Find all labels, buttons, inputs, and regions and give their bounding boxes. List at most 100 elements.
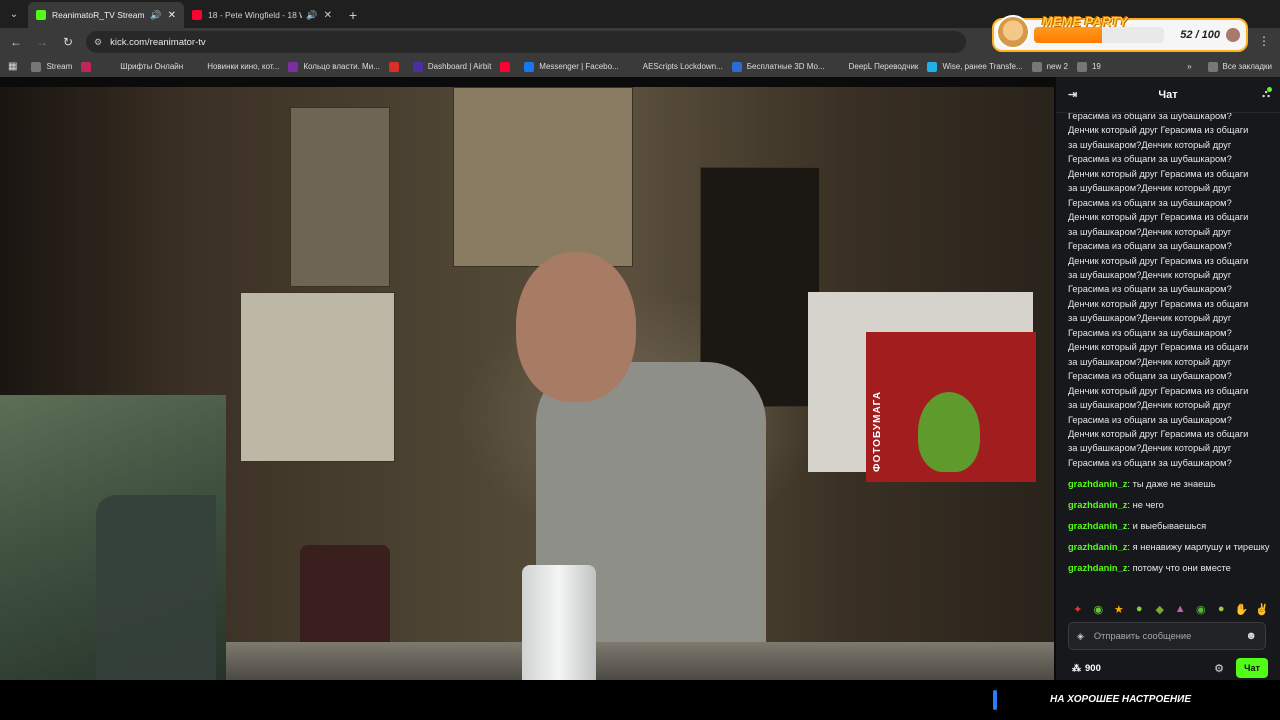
deepl-icon <box>833 61 844 72</box>
more-bookmarks-button[interactable]: » <box>1187 62 1191 71</box>
facebook-icon <box>524 61 535 72</box>
all-bookmarks-folder[interactable]: Все закладки <box>1207 61 1272 72</box>
tab-kick-stream[interactable]: ReanimatoR_TV Stream - W 🔊 ✕ <box>28 2 184 28</box>
bookmark-item[interactable]: 19 <box>1076 61 1101 72</box>
chat-username[interactable]: grazhdanin_z <box>1068 521 1127 531</box>
points-value: 900 <box>1085 662 1101 674</box>
bookmark-item[interactable] <box>500 61 515 72</box>
chat-footer: ⁂ 900 ⚙ Чат <box>1056 657 1280 679</box>
site-info-icon[interactable]: ⚙ <box>94 37 102 48</box>
chat-message-spam: Герасима из общаги за шубашкаром? Денчик … <box>1068 113 1270 470</box>
back-button[interactable]: ← <box>4 30 28 54</box>
chat-message: grazhdanin_z: не чего <box>1068 498 1270 512</box>
close-tab-icon[interactable]: ✕ <box>168 10 176 21</box>
bookmarks-bar: ▦ Stream Шрифты Онлайн Новинки кино, кот..… <box>0 56 1280 77</box>
gear-icon[interactable]: ⚙ <box>1214 662 1224 675</box>
meme-party-widget[interactable]: MEME PARTY 52 / 100 <box>992 14 1248 52</box>
address-bar[interactable]: ⚙ kick.com/reanimator-tv <box>86 31 966 53</box>
meme-party-count: 52 / 100 <box>1180 29 1220 41</box>
emote-icon[interactable]: ✦ <box>1070 601 1086 617</box>
ticker-text: НА ХОРОШЕЕ НАСТРОЕНИЕ <box>1050 694 1191 705</box>
apps-grid-icon[interactable]: ▦ <box>8 61 17 72</box>
emote-icon[interactable]: ★ <box>1111 601 1127 617</box>
chat-username[interactable]: grazhdanin_z <box>1068 479 1127 489</box>
forward-button[interactable]: → <box>30 30 54 54</box>
parrot-toy <box>918 392 980 472</box>
ticker-accent <box>993 690 997 710</box>
chat-message: grazhdanin_z: я ненавижу марлушу и тиреш… <box>1068 540 1270 554</box>
chat-username[interactable]: grazhdanin_z <box>1068 542 1127 552</box>
3d-icon <box>731 61 742 72</box>
bookmark-label: Stream <box>46 62 73 71</box>
stream-video[interactable]: ФОТОБУМАГА <box>0 87 1054 680</box>
bookmark-item[interactable]: Dashboard | Airbit <box>412 61 492 72</box>
emote-icon[interactable]: ◆ <box>1152 601 1168 617</box>
send-chat-button[interactable]: Чат <box>1236 658 1268 678</box>
bookmark-item[interactable]: Шрифты Онлайн <box>105 61 184 72</box>
chat-text-line: Денчик который друг Герасима из общаги <box>1068 342 1249 353</box>
emote-icon[interactable]: ● <box>1132 601 1148 617</box>
ticker-bar: НА ХОРОШЕЕ НАСТРОЕНИЕ <box>0 680 1280 720</box>
bookmark-item[interactable]: Messenger | Facebo... <box>524 61 619 72</box>
chat-text-line: Денчик который друг Герасима из общаги <box>1068 298 1249 309</box>
chat-text-line: Герасима из общаги за шубашкаром? <box>1068 457 1232 468</box>
tab-title: 18 - Pete Wingfield - 18 W <box>208 10 303 20</box>
chat-text-line: Герасима из общаги за шубашкаром? <box>1068 284 1232 295</box>
bookmark-label: Messenger | Facebo... <box>539 62 619 71</box>
speaker-icon[interactable]: 🔊 <box>306 10 317 21</box>
browser-menu-icon[interactable]: ⋮ <box>1258 34 1270 48</box>
emote-icon[interactable]: ✋ <box>1234 601 1250 617</box>
points-icon: ⁂ <box>1072 662 1081 673</box>
bookmark-item[interactable]: Новинки кино, кот... <box>192 61 279 72</box>
chat-text-line: Денчик который друг Герасима из общаги <box>1068 168 1249 179</box>
emote-icon[interactable]: ▲ <box>1173 601 1189 617</box>
speaker-icon[interactable]: 🔊 <box>150 10 161 21</box>
chat-username[interactable]: grazhdanin_z <box>1068 500 1127 510</box>
all-bookmarks-label: Все закладки <box>1222 62 1272 71</box>
bookmark-item[interactable] <box>388 61 404 72</box>
chat-text-line: Герасима из общаги за шубашкаром? <box>1068 154 1232 165</box>
new-tab-button[interactable]: + <box>340 2 366 28</box>
chat-message-text: и выебываешься <box>1132 521 1207 532</box>
chat-text-line: Денчик который друг Герасима из общаги <box>1068 125 1249 136</box>
tile-wall <box>240 292 395 462</box>
chat-username[interactable]: grazhdanin_z <box>1068 563 1127 573</box>
bookmark-item[interactable] <box>81 61 96 72</box>
folder-icon <box>31 61 42 72</box>
bookmark-label: AEScripts Lockdown... <box>642 62 723 71</box>
stream-stage: ФОТОБУМАГА НА ХОРОШЕЕ НАСТРОЕНИЕ ⇥ Чат ⛬… <box>0 77 1280 720</box>
emote-icon[interactable]: ✌ <box>1255 601 1271 617</box>
tab-search-chevron-icon[interactable]: ⌄ <box>0 0 28 28</box>
bookmark-label: Шрифты Онлайн <box>120 62 184 71</box>
bookmark-item[interactable]: new 2 <box>1031 61 1068 72</box>
chat-messages[interactable]: Герасима из общаги за шубашкаром? Денчик … <box>1056 113 1280 585</box>
bookmark-item[interactable]: Stream <box>31 61 73 72</box>
chat-text-line: за шубашкаром?Денчик который друг <box>1068 139 1232 150</box>
tab-youtube[interactable]: 18 - Pete Wingfield - 18 W 🔊 ✕ <box>184 2 340 28</box>
emoji-icon[interactable]: ☻ <box>1245 630 1257 642</box>
bookmark-label: Dashboard | Airbit <box>427 62 492 71</box>
bookmark-item[interactable]: DeepL Переводчик <box>833 61 918 72</box>
apple-icon <box>192 61 203 72</box>
kitchen-cabinet <box>453 87 633 267</box>
chat-message: grazhdanin_z: ты даже не знаешь <box>1068 477 1270 491</box>
emote-icon[interactable]: ● <box>1214 601 1230 617</box>
online-dot <box>1267 87 1272 92</box>
meme-party-progress-fill <box>1034 27 1102 43</box>
close-tab-icon[interactable]: ✕ <box>324 10 332 21</box>
reload-button[interactable]: ↻ <box>56 30 80 54</box>
chat-text-line: за шубашкаром?Денчик который друг <box>1068 226 1232 237</box>
bookmark-item[interactable]: Кольцо власти. Ми... <box>288 61 380 72</box>
bookmark-item[interactable]: Wise, ранее Transfe... <box>927 61 1023 72</box>
emote-icon[interactable]: ◉ <box>1193 601 1209 617</box>
chat-message-text: не чего <box>1132 500 1164 511</box>
chat-input-placeholder: Отправить сообщение <box>1093 631 1192 641</box>
bookmark-item[interactable]: AEScripts Lockdown... <box>627 61 723 72</box>
collapse-chat-icon[interactable]: ⇥ <box>1068 88 1077 101</box>
wise-icon <box>927 61 938 72</box>
chat-input[interactable]: ◈ Отправить сообщение ☻ <box>1068 622 1266 650</box>
channel-points[interactable]: ⁂ 900 <box>1072 663 1101 674</box>
chat-text-line: Денчик который друг Герасима из общаги <box>1068 212 1249 223</box>
bookmark-item[interactable]: Бесплатные 3D Мо... <box>731 61 825 72</box>
emote-icon[interactable]: ◉ <box>1091 601 1107 617</box>
